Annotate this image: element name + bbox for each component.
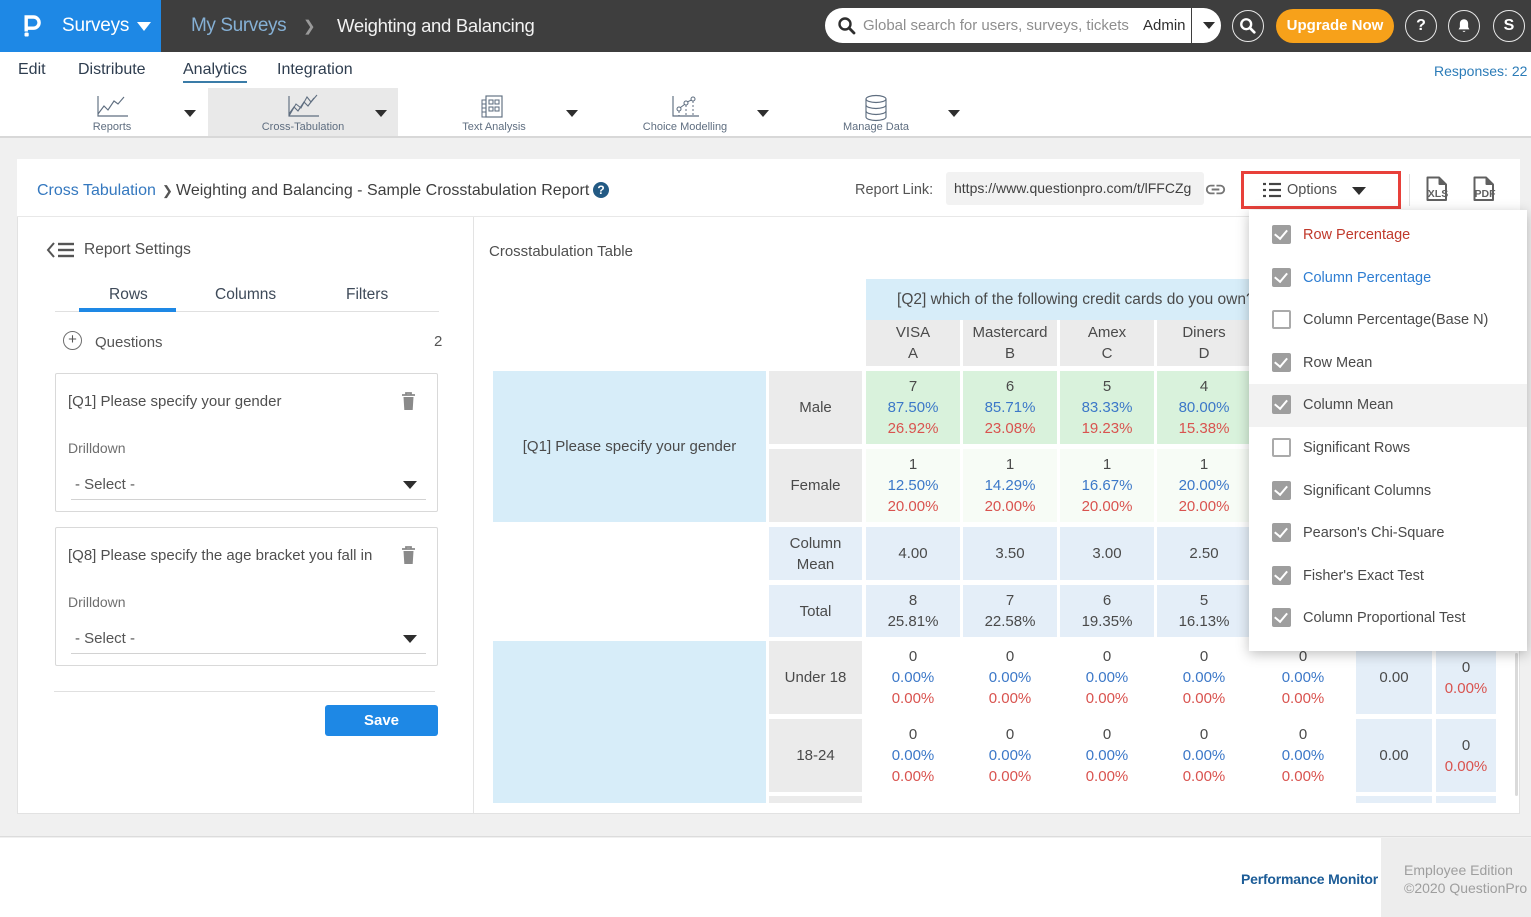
svg-text:XLS: XLS <box>1428 188 1448 200</box>
svg-text:PDF: PDF <box>1475 188 1497 200</box>
